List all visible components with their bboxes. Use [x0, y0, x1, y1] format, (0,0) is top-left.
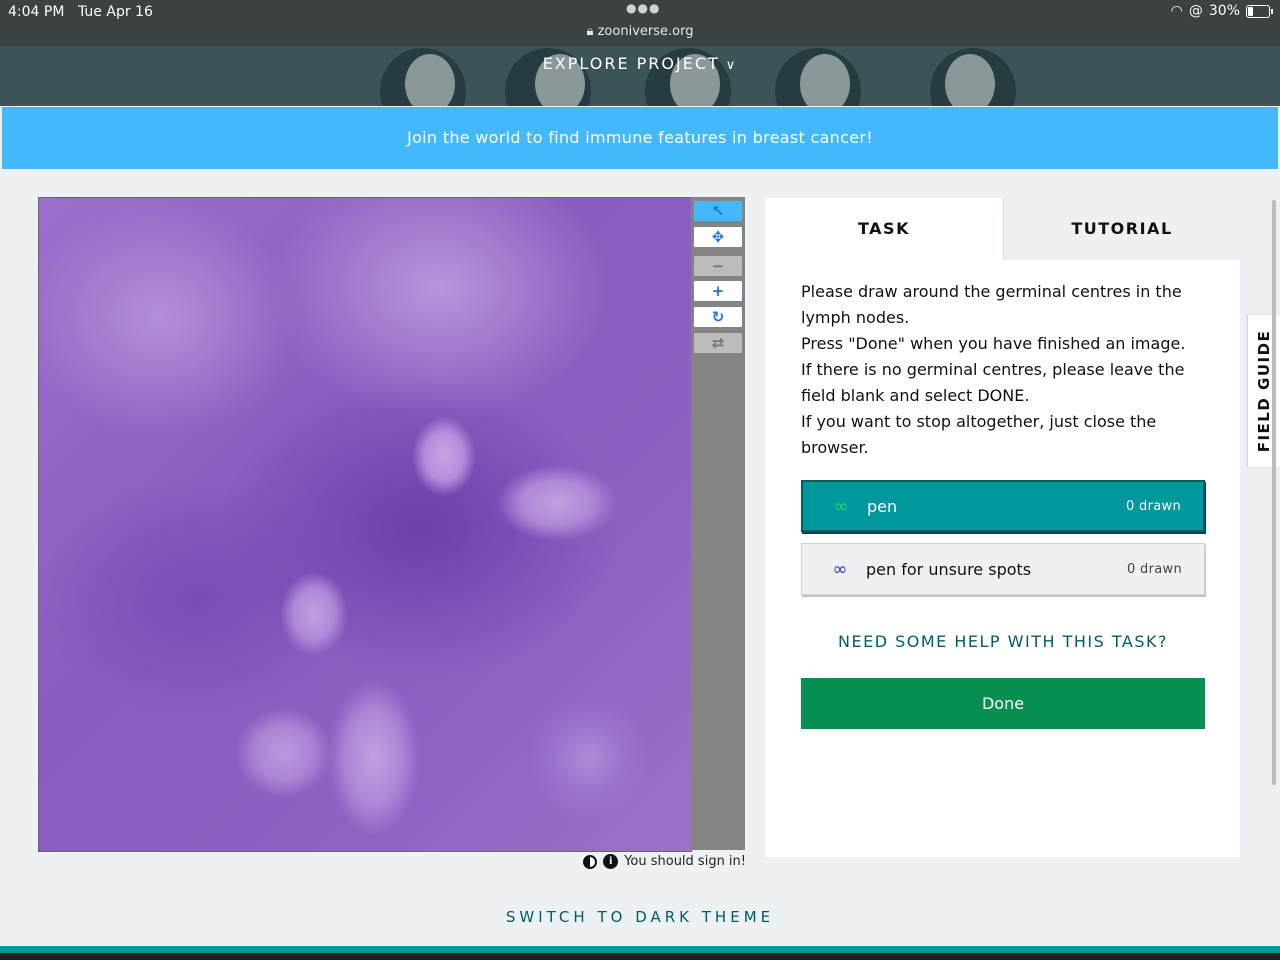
- select-icon[interactable]: ↖: [694, 201, 742, 221]
- subject-image[interactable]: [38, 197, 692, 852]
- status-bar: 4:04 PM Tue Apr 16 ●●● 🔒︎ zooniverse.org…: [0, 0, 1280, 46]
- invert-colors-icon[interactable]: [583, 854, 598, 869]
- rotate-icon[interactable]: ↻: [694, 307, 742, 327]
- status-indicators: ◠ @ 30%: [1170, 3, 1273, 19]
- tool-pen-unsure[interactable]: ∞ pen for unsure spots 0 drawn: [801, 543, 1205, 595]
- explore-project-menu[interactable]: EXPLORE PROJECT ∨: [0, 54, 1280, 73]
- zoom-out-icon[interactable]: −: [694, 256, 742, 276]
- task-help-link[interactable]: NEED SOME HELP WITH THIS TASK?: [801, 632, 1205, 651]
- instruction-line: Please draw around the germinal centres …: [801, 282, 1182, 327]
- done-button[interactable]: Done: [801, 678, 1205, 729]
- tool-label: pen for unsure spots: [866, 559, 1032, 579]
- field-guide-label: FIELD GUIDE: [1255, 329, 1273, 453]
- footer-bar-dark: [0, 953, 1280, 960]
- instruction-line: If there is no germinal centres, please …: [801, 360, 1185, 405]
- sign-in-notice: You should sign in!: [624, 854, 746, 869]
- tool-count: 0 drawn: [1127, 561, 1182, 577]
- orientation-lock-icon: @: [1188, 3, 1203, 19]
- tab-task[interactable]: TASK: [765, 198, 1003, 260]
- task-instructions: Please draw around the germinal centres …: [801, 279, 1201, 461]
- reset-icon[interactable]: ⇄: [694, 333, 742, 353]
- status-date: Tue Apr 16: [78, 4, 153, 20]
- tool-label: pen: [867, 496, 898, 516]
- wifi-icon: ◠: [1170, 3, 1183, 19]
- dark-theme-toggle[interactable]: SWITCH TO DARK THEME: [0, 908, 1280, 926]
- status-time: 4:04 PM: [8, 4, 65, 20]
- url-bar[interactable]: 🔒︎ zooniverse.org: [0, 24, 1280, 39]
- instruction-line: If you want to stop altogether, just clo…: [801, 412, 1157, 457]
- multitask-dots-icon[interactable]: ●●●: [626, 1, 660, 15]
- tool-pen[interactable]: ∞ pen 0 drawn: [801, 480, 1205, 532]
- tab-tutorial[interactable]: TUTORIAL: [1003, 198, 1240, 260]
- battery-percent: 30%: [1208, 3, 1240, 19]
- viewer-footnote: i You should sign in!: [560, 854, 746, 869]
- announcement-banner: Join the world to find immune features i…: [2, 107, 1278, 169]
- task-panel: TASK TUTORIAL Please draw around the ger…: [765, 198, 1240, 857]
- polygon-icon: ∞: [833, 495, 849, 517]
- url-text: zooniverse.org: [597, 24, 694, 39]
- instruction-line: Press "Done" when you have finished an i…: [801, 334, 1186, 353]
- zoom-in-icon[interactable]: +: [694, 281, 742, 301]
- lock-icon: 🔒︎: [586, 24, 594, 39]
- battery-icon: [1246, 4, 1273, 18]
- info-icon[interactable]: i: [603, 854, 619, 869]
- polygon-icon: ∞: [832, 558, 848, 580]
- tool-count: 0 drawn: [1126, 498, 1181, 514]
- chevron-down-icon: ∨: [725, 58, 738, 73]
- project-header: EXPLORE PROJECT ∨: [0, 46, 1280, 106]
- move-icon[interactable]: ✥: [694, 227, 742, 247]
- explore-project-label: EXPLORE PROJECT: [542, 54, 720, 73]
- viewer-toolbar: ↖ ✥ − + ↻ ⇄: [691, 197, 745, 850]
- page-scrollbar[interactable]: [1272, 200, 1276, 785]
